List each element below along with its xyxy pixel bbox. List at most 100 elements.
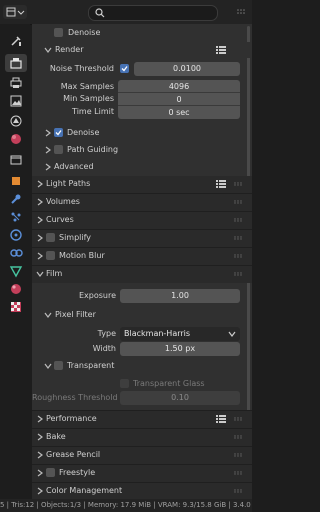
drag-handle-icon[interactable] xyxy=(234,489,244,493)
advanced-subpanel-header[interactable]: Advanced xyxy=(32,159,252,175)
physics-tab[interactable] xyxy=(9,228,23,242)
tool-icon xyxy=(11,36,21,46)
world-tab[interactable] xyxy=(9,132,23,146)
presets-list-icon[interactable] xyxy=(216,415,226,423)
world-icon xyxy=(11,134,21,144)
path-guiding-checkbox[interactable] xyxy=(54,145,63,154)
object-tab[interactable] xyxy=(9,174,23,188)
chevron-down-icon xyxy=(44,312,52,318)
transparent-subpanel-header[interactable]: Transparent xyxy=(32,358,252,374)
presets-list-icon[interactable] xyxy=(216,46,226,54)
bake-label: Bake xyxy=(46,432,66,441)
render-subpanel-header[interactable]: Render xyxy=(32,42,252,58)
simplify-panel-header[interactable]: Simplify xyxy=(32,230,252,247)
denoise-subpanel-header[interactable]: Denoise xyxy=(32,125,252,141)
curves-panel-header[interactable]: Curves xyxy=(32,212,252,229)
checkmark-icon xyxy=(121,66,128,72)
texture-tab[interactable] xyxy=(9,300,23,314)
output-tab[interactable] xyxy=(9,76,23,90)
freestyle-label: Freestyle xyxy=(59,468,96,477)
data-tab[interactable] xyxy=(9,264,23,278)
color-management-panel-header[interactable]: Color Management xyxy=(32,483,252,499)
film-panel-header[interactable]: Film xyxy=(32,266,252,283)
bake-panel-header[interactable]: Bake xyxy=(32,429,252,446)
denoise-checkbox[interactable] xyxy=(54,128,63,137)
drag-handle-icon[interactable] xyxy=(234,236,244,240)
motion-blur-panel-header[interactable]: Motion Blur xyxy=(32,248,252,265)
drag-handle-icon[interactable] xyxy=(234,200,244,204)
performance-panel-header[interactable]: Performance xyxy=(32,411,252,428)
drag-handle-icon[interactable] xyxy=(234,182,244,186)
search-input[interactable] xyxy=(88,5,218,21)
material-tab[interactable] xyxy=(9,282,23,296)
chevron-right-icon xyxy=(37,252,43,260)
properties-tab-bar xyxy=(0,24,30,499)
particles-icon xyxy=(11,212,21,222)
view-layer-tab[interactable] xyxy=(9,94,23,108)
exposure-field[interactable]: 1.00 xyxy=(120,289,240,303)
drag-handle-icon[interactable] xyxy=(234,453,244,457)
light-paths-panel-header[interactable]: Light Paths xyxy=(32,176,252,193)
grease-pencil-panel-header[interactable]: Grease Pencil xyxy=(32,447,252,464)
scene-tab[interactable] xyxy=(9,114,23,128)
noise-threshold-checkbox[interactable] xyxy=(120,64,129,73)
chevron-down-icon xyxy=(44,363,52,369)
volumes-label: Volumes xyxy=(46,197,80,206)
drag-handle-icon[interactable] xyxy=(234,435,244,439)
advanced-label: Advanced xyxy=(54,162,94,171)
time-limit-field[interactable]: 0 sec xyxy=(118,105,240,119)
filter-type-dropdown[interactable]: Blackman-Harris xyxy=(120,327,240,341)
drag-handle-icon[interactable] xyxy=(234,471,244,475)
physics-icon xyxy=(10,229,22,241)
properties-panel: Denoise Render Noise Threshold 0.0100 Ma… xyxy=(32,24,252,499)
transparent-label: Transparent xyxy=(67,361,115,370)
volumes-panel-header[interactable]: Volumes xyxy=(32,194,252,211)
chevron-right-icon xyxy=(37,216,43,224)
constraints-tab[interactable] xyxy=(9,246,23,260)
path-guiding-subpanel-header[interactable]: Path Guiding xyxy=(32,142,252,158)
performance-label: Performance xyxy=(46,414,97,423)
simplify-checkbox[interactable] xyxy=(46,233,55,242)
drag-handle-icon[interactable] xyxy=(234,272,244,276)
chevron-right-icon xyxy=(37,234,43,242)
filter-type-value: Blackman-Harris xyxy=(124,329,191,338)
pixel-filter-label: Pixel Filter xyxy=(55,310,96,319)
freestyle-checkbox[interactable] xyxy=(46,468,55,477)
render-tab[interactable] xyxy=(5,54,27,72)
transparent-glass-checkbox[interactable] xyxy=(120,379,129,388)
denoise-label: Denoise xyxy=(67,128,100,137)
presets-list-icon[interactable] xyxy=(216,180,226,188)
motion-blur-label: Motion Blur xyxy=(59,251,105,260)
exposure-row: Exposure 1.00 xyxy=(32,288,252,304)
chevron-right-icon xyxy=(37,469,43,477)
header-drag-icon[interactable] xyxy=(236,8,246,16)
object-icon xyxy=(12,177,20,185)
collection-icon xyxy=(10,155,22,165)
chevron-right-icon xyxy=(37,433,43,441)
motion-blur-checkbox[interactable] xyxy=(46,251,55,260)
denoise-top-checkbox[interactable] xyxy=(54,28,63,37)
transparent-checkbox[interactable] xyxy=(54,361,63,370)
filter-width-field[interactable]: 1.50 px xyxy=(120,342,240,356)
film-label: Film xyxy=(46,269,63,278)
material-icon xyxy=(11,284,21,294)
collection-tab[interactable] xyxy=(9,152,23,166)
light-paths-label: Light Paths xyxy=(46,179,91,188)
denoise-top-row[interactable]: Denoise xyxy=(32,25,252,41)
tool-tab[interactable] xyxy=(9,34,23,48)
pixel-filter-subpanel-header[interactable]: Pixel Filter xyxy=(32,307,252,323)
roughness-threshold-field[interactable]: 0.10 xyxy=(120,391,240,405)
particles-tab[interactable] xyxy=(9,210,23,224)
editor-type-button[interactable] xyxy=(3,5,27,19)
modifier-tab[interactable] xyxy=(9,192,23,206)
search-icon xyxy=(95,8,105,18)
grease-pencil-label: Grease Pencil xyxy=(46,450,101,459)
drag-handle-icon[interactable] xyxy=(234,417,244,421)
color-management-label: Color Management xyxy=(46,486,123,495)
drag-handle-icon[interactable] xyxy=(234,218,244,222)
freestyle-panel-header[interactable]: Freestyle xyxy=(32,465,252,482)
chevron-right-icon xyxy=(37,451,43,459)
drag-handle-icon[interactable] xyxy=(234,254,244,258)
scene-icon xyxy=(10,115,22,127)
noise-threshold-field[interactable]: 0.0100 xyxy=(134,62,240,76)
